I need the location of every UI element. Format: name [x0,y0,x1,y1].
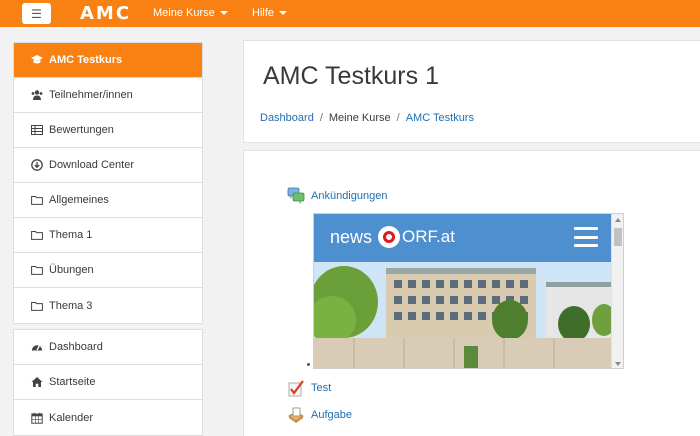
users-icon [30,89,43,101]
nav-item-topic-1[interactable]: Thema 1 [14,218,202,253]
quiz-icon [288,380,304,397]
nav-item-label: Startseite [49,376,96,388]
nav-item-label: Kalender [49,411,94,424]
nav-item-label: Thema 1 [49,229,93,241]
news-embed[interactable]: news ORF.at [313,213,624,369]
top-navbar: ☰ AMC Meine Kurse Hilfe [0,0,700,27]
course-nav: AMC Testkurs Teilnehmer/innen Bewertunge… [13,42,203,324]
nav-item-topic-3[interactable]: Thema 3 [14,288,202,323]
orf-ring-icon [378,226,401,248]
site-nav: Dashboard Startseite Kalender [13,329,203,436]
nav-item-label: Dashboard [49,341,103,353]
page-header: AMC Testkurs 1 Dashboard / Meine Kurse /… [243,40,700,143]
nav-item-download-center[interactable]: Download Center [14,148,202,183]
course-content: Ankündigungen news ORF.at Test Aufgabe [243,150,700,436]
scroll-up-icon[interactable] [615,218,621,222]
breadcrumb-my-courses: Meine Kurse [328,112,391,124]
home-icon [30,376,43,388]
chevron-down-icon [219,11,228,15]
news-hamburger-icon[interactable] [574,227,598,247]
breadcrumb-course[interactable]: AMC Testkurs [406,112,474,124]
nav-drawer: AMC Testkurs Teilnehmer/innen Bewertunge… [0,27,219,436]
nav-item-exercises[interactable]: Übungen [14,253,202,288]
nav-item-label: Download Center [49,159,134,171]
activity-label: Aufgabe [311,409,352,421]
activity-announcements[interactable]: Ankündigungen [287,187,387,205]
scroll-thumb[interactable] [614,228,622,246]
activity-assignment[interactable]: Aufgabe [287,406,352,424]
breadcrumb-separator: / [396,112,400,124]
nav-item-calendar[interactable]: Kalender [14,400,202,435]
folder-icon [30,264,43,276]
site-logo[interactable]: AMC [80,3,131,24]
news-scrollbar[interactable] [611,214,623,368]
news-header: news ORF.at [314,214,612,262]
news-photo [314,262,612,368]
nav-item-dashboard[interactable]: Dashboard [14,330,202,365]
breadcrumb-separator: / [319,112,323,124]
breadcrumb-dashboard[interactable]: Dashboard [260,112,314,124]
chevron-down-icon [279,11,288,15]
help-label: Hilfe [252,7,275,19]
nav-item-label: Thema 3 [49,299,93,312]
table-icon [30,124,43,136]
nav-item-label: Übungen [49,264,94,276]
activity-quiz[interactable]: Test [287,379,331,397]
building-photo [314,262,612,368]
list-bullet [307,363,310,366]
calendar-icon [30,412,43,424]
help-menu[interactable]: Hilfe [252,7,288,19]
folder-icon [30,300,43,312]
forum-icon [287,187,305,204]
page-title: AMC Testkurs 1 [263,62,439,90]
folder-icon [30,229,43,241]
folder-icon [30,194,43,206]
news-logo: news ORF.at [330,226,455,248]
scroll-down-icon[interactable] [615,362,621,366]
nav-item-label: Bewertungen [49,124,114,136]
nav-item-general[interactable]: Allgemeines [14,183,202,218]
activity-label: Test [311,382,332,394]
nav-item-participants[interactable]: Teilnehmer/innen [14,78,202,113]
nav-item-course[interactable]: AMC Testkurs [14,43,202,78]
dashboard-icon [30,341,43,353]
download-icon [30,159,43,171]
nav-item-home[interactable]: Startseite [14,365,202,400]
menu-toggle-button[interactable]: ☰ [22,3,51,24]
nav-item-label: Allgemeines [49,194,109,206]
graduation-cap-icon [30,54,43,66]
my-courses-menu[interactable]: Meine Kurse [153,7,228,19]
hamburger-icon: ☰ [31,6,42,21]
breadcrumb: Dashboard / Meine Kurse / AMC Testkurs [260,112,474,124]
nav-item-label: AMC Testkurs [49,54,123,66]
news-logo-suffix: ORF.at [402,227,455,246]
nav-item-grades[interactable]: Bewertungen [14,113,202,148]
news-logo-text: news [330,226,373,247]
my-courses-label: Meine Kurse [153,7,215,19]
assignment-icon [288,407,304,423]
nav-item-label: Teilnehmer/innen [49,89,133,101]
activity-label: Ankündigungen [311,190,388,202]
